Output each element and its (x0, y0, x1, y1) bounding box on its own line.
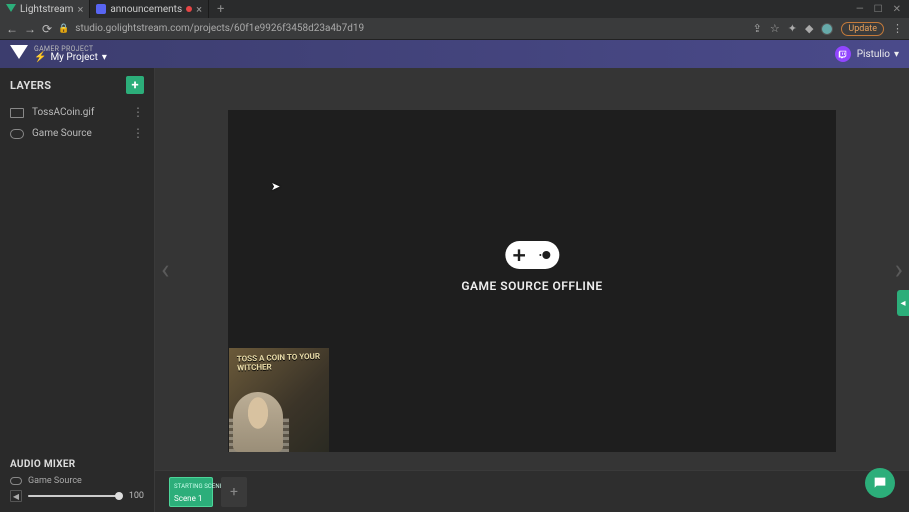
url-text: studio.golightstream.com/projects/60f1e9… (75, 23, 364, 34)
add-layer-button[interactable]: + (126, 76, 144, 94)
extension-icon[interactable]: ◆ (805, 22, 813, 35)
slider-thumb[interactable] (115, 492, 123, 500)
project-name: My Project (50, 53, 97, 63)
mute-button[interactable]: ◀ (10, 490, 22, 502)
chevron-down-icon: ▾ (894, 49, 899, 60)
mixer-source-name: Game Source (28, 476, 82, 486)
close-window-icon[interactable]: ✕ (893, 4, 901, 15)
starting-scene-tag: STARTING SCENE ⓘ (174, 481, 208, 490)
browser-tab[interactable]: announcements × (90, 0, 209, 18)
layer-row[interactable]: TossACoin.gif ⋮ (0, 102, 154, 123)
profile-avatar[interactable] (821, 23, 833, 35)
tab-favicon (96, 4, 106, 14)
add-scene-button[interactable]: + (221, 477, 247, 507)
mixer-title: AUDIO MIXER (10, 459, 144, 470)
project-selector[interactable]: GAMER PROJECT ⚡ My Project ▾ (34, 46, 107, 63)
chat-fab[interactable] (865, 468, 895, 498)
game-layer-icon (10, 129, 24, 139)
prev-scene-arrow[interactable]: ‹ (161, 253, 169, 286)
user-menu[interactable]: Pistulio ▾ (857, 49, 899, 60)
volume-slider[interactable] (28, 495, 120, 497)
update-button[interactable]: Update (841, 22, 884, 36)
share-icon[interactable]: ⇪ (753, 22, 762, 35)
layer-options-icon[interactable]: ⋮ (132, 131, 144, 136)
forward-button[interactable]: → (24, 22, 36, 36)
sidebar: LAYERS + TossACoin.gif ⋮ Game Source ⋮ A… (0, 68, 155, 512)
layer-name: TossACoin.gif (32, 107, 94, 118)
canvas-area: ‹ › GAME SOURCE OFFLINE TOSS A COIN TO Y… (155, 68, 909, 512)
twitch-icon[interactable] (835, 46, 851, 62)
thumb-caption: TOSS A COIN TO YOUR WITCHER (237, 352, 329, 373)
offline-indicator: GAME SOURCE OFFLINE (461, 241, 602, 293)
minimize-icon[interactable]: — (856, 4, 864, 15)
close-icon[interactable]: × (196, 3, 202, 16)
app-header: GAMER PROJECT ⚡ My Project ▾ Pistulio ▾ (0, 40, 909, 68)
new-tab-button[interactable]: + (209, 2, 232, 17)
scene-label: Scene 1 (174, 494, 208, 503)
scene-card[interactable]: STARTING SCENE ⓘ Scene 1 (169, 477, 213, 507)
reload-button[interactable]: ⟳ (42, 22, 52, 36)
expand-side-panel[interactable]: ◂ (897, 290, 909, 316)
browser-tab[interactable]: Lightstream × (0, 0, 90, 18)
bookmark-icon[interactable]: ☆ (770, 22, 780, 35)
window-controls: — ☐ ✕ (856, 4, 909, 15)
tab-favicon (6, 4, 16, 14)
next-scene-arrow[interactable]: › (895, 253, 903, 286)
preview-stage[interactable]: GAME SOURCE OFFLINE TOSS A COIN TO YOUR … (228, 110, 836, 452)
back-button[interactable]: ← (6, 22, 18, 36)
browser-toolbar: ← → ⟳ 🔒 studio.golightstream.com/project… (0, 18, 909, 40)
close-icon[interactable]: × (77, 3, 83, 16)
notification-dot (186, 6, 192, 12)
menu-icon[interactable]: ⋮ (892, 22, 903, 35)
audio-mixer: AUDIO MIXER Game Source ◀ 100 (0, 453, 154, 512)
extensions-icon[interactable]: ✦ (788, 22, 797, 35)
overlay-thumbnail[interactable]: TOSS A COIN TO YOUR WITCHER (229, 348, 329, 452)
bolt-icon: ⚡ (34, 53, 46, 63)
layer-row[interactable]: Game Source ⋮ (0, 123, 154, 144)
tab-title: Lightstream (20, 4, 73, 15)
lock-icon: 🔒 (58, 24, 69, 34)
game-source-icon (10, 477, 22, 485)
scenes-bar: STARTING SCENE ⓘ Scene 1 + (155, 470, 909, 512)
layers-title: LAYERS (10, 79, 51, 92)
layer-name: Game Source (32, 128, 92, 139)
chevron-down-icon: ▾ (102, 53, 107, 63)
image-layer-icon (10, 108, 24, 118)
maximize-icon[interactable]: ☐ (874, 4, 883, 15)
volume-value: 100 (126, 491, 144, 501)
offline-label: GAME SOURCE OFFLINE (461, 279, 602, 293)
layer-options-icon[interactable]: ⋮ (132, 110, 144, 115)
tab-title: announcements (110, 4, 182, 15)
user-name-label: Pistulio (857, 49, 890, 60)
address-bar[interactable]: 🔒 studio.golightstream.com/projects/60f1… (58, 23, 747, 34)
browser-tab-strip: Lightstream × announcements × + — ☐ ✕ (0, 0, 909, 18)
app-logo[interactable] (10, 45, 28, 63)
gamepad-icon (505, 241, 559, 269)
cursor-icon: ➤ (271, 180, 280, 193)
